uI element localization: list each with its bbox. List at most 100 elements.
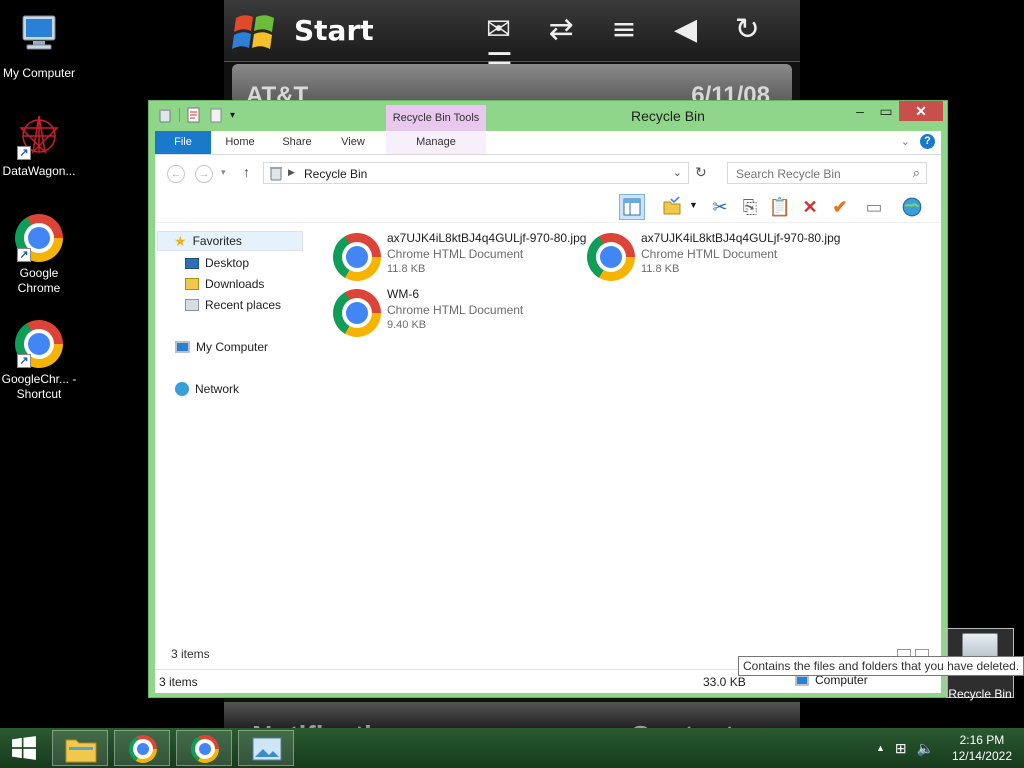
recent-places-icon [185,299,199,311]
file-item[interactable]: WM-6 Chrome HTML Document 9.40 KB [333,287,583,339]
preview-pane-button[interactable] [619,194,645,220]
address-dropdown-icon[interactable]: ⌄ [673,166,682,179]
globe-icon [902,197,922,217]
search-icon[interactable]: ⌕ [913,165,920,181]
folder-options-dropdown-icon[interactable]: ▼ [689,200,698,210]
maximize-button[interactable]: ▭ [873,101,899,121]
network-tray-icon[interactable]: ⊞ [895,740,907,757]
network-icon [175,382,189,396]
search-box[interactable]: ⌕ [727,162,927,184]
back-button[interactable]: ← [167,165,185,183]
nav-label: Favorites [192,234,242,248]
tab-view[interactable]: View [333,131,373,154]
photo-viewer-icon [252,737,282,761]
taskbar-chrome-1[interactable] [114,730,170,766]
nav-label: Downloads [205,277,265,291]
downloads-folder-icon [185,278,199,290]
file-name: ax7UJK4iL8ktBJ4q4GULjf-970-80.jpg [641,231,841,245]
desktop-icon-my-computer[interactable]: My Computer [0,10,78,81]
file-type: Chrome HTML Document [641,247,778,261]
nav-label: Network [195,382,240,396]
windows-logo-icon [12,736,36,760]
datawagon-icon: ↗ [15,112,63,160]
navigation-pane: ★ Favorites Desktop Downloads Recent pla… [155,223,315,669]
copy-button[interactable]: ⎘ [737,194,763,220]
file-name: WM-6 [387,287,419,301]
nav-label: Recent places [205,298,282,312]
chrome-icon [129,735,157,763]
explorer-window: ▾ Recycle Bin Tools Recycle Bin – ▭ ✕ Fi… [148,100,948,698]
computer-icon [175,341,190,353]
nav-downloads[interactable]: Downloads [185,274,264,294]
window-title: Recycle Bin [631,108,705,124]
desktop-icon-label: Google Chrome [17,266,61,295]
file-size: 11.8 KB [641,263,680,275]
computer-icon [795,674,809,686]
nav-recent-places[interactable]: Recent places [185,295,281,315]
close-button[interactable]: ✕ [899,101,943,121]
window-controls: – ▭ ✕ [847,101,943,121]
tab-file[interactable]: File [155,131,211,154]
file-item[interactable]: ax7UJK4iL8ktBJ4q4GULjf-970-80.jpg Chrome… [587,231,841,283]
clock[interactable]: 2:16 PM 12/14/2022 [952,732,1012,764]
file-name: ax7UJK4iL8ktBJ4q4GULjf-970-80.jpg [387,231,587,245]
status-item-count: 3 items [159,675,198,689]
desktop-icon-googlechrome-shortcut[interactable]: ↗ GoogleChr... - Shortcut [0,320,78,402]
cut-button[interactable]: ✂ [707,194,733,220]
wm-contacts-softkey: Contacts [630,720,750,728]
folder-options-button[interactable] [659,194,685,220]
search-input[interactable] [736,166,906,181]
nav-desktop[interactable]: Desktop [185,253,249,273]
title-bar[interactable]: ▾ Recycle Bin Tools Recycle Bin – ▭ ✕ [149,101,947,131]
up-button[interactable]: ↑ [243,164,250,180]
ribbon-tabs: File Home Share View Manage ⌄ ? [155,131,941,155]
status-size: 33.0 KB [703,675,746,689]
volume-icon[interactable]: 🔈 [917,740,934,757]
address-field[interactable]: ▶ Recycle Bin ⌄ [263,162,689,184]
refresh-button[interactable]: ↻ [695,164,707,181]
tab-home[interactable]: Home [219,131,261,154]
minimize-button[interactable]: – [847,101,873,121]
breadcrumb-separator-icon[interactable]: ▶ [288,167,295,178]
nav-my-computer[interactable]: My Computer [175,337,268,357]
expand-ribbon-icon[interactable]: ⌄ [901,135,910,148]
item-count: 3 items [171,647,210,661]
nav-network[interactable]: Network [175,379,239,399]
help-icon[interactable]: ? [920,134,935,149]
desktop: Start ✉ ⇄ ≡ ◀ ↻ ☰ AT&T 6/11/08 Notificat… [0,0,1024,728]
globe-button[interactable] [899,194,925,220]
show-hidden-icons-icon[interactable]: ▲ [876,743,885,753]
paste-button[interactable]: 📋 [767,194,793,220]
recent-locations-icon[interactable]: ▾ [221,167,226,178]
chrome-icon [191,735,219,763]
desktop-icon-google-chrome[interactable]: ↗ Google Chrome [0,214,78,296]
taskbar: ▲ ⊞ 🔈 2:16 PM 12/14/2022 [0,728,1024,768]
rename-button[interactable]: ▭ [861,194,887,220]
wallpaper-wm-taskbar: Start ✉ ⇄ ≡ ◀ ↻ ☰ [224,0,800,82]
taskbar-chrome-2[interactable] [176,730,232,766]
file-type: Chrome HTML Document [387,247,524,261]
wm-windows-logo-icon [232,15,274,49]
chrome-icon: ↗ [15,320,63,368]
taskbar-image-viewer[interactable] [238,730,294,766]
nav-favorites[interactable]: ★ Favorites [157,231,303,251]
forward-button[interactable]: → [195,165,213,183]
delete-button[interactable]: ✕ [797,194,823,220]
tab-share[interactable]: Share [275,131,319,154]
computer-icon [22,15,56,50]
nav-label: My Computer [196,340,269,354]
file-item[interactable]: ax7UJK4iL8ktBJ4q4GULjf-970-80.jpg Chrome… [333,231,587,283]
breadcrumb[interactable]: Recycle Bin [304,167,367,181]
chrome-document-icon [333,289,381,337]
tab-manage[interactable]: Manage [386,131,486,154]
chrome-document-icon [333,233,381,281]
taskbar-file-explorer[interactable] [52,730,108,766]
desktop-icon-label: DataWagon... [2,164,76,178]
desktop-icon-datawagon[interactable]: ↗ DataWagon... [0,112,78,179]
ribbon-controls: ⌄ ? [901,134,935,149]
desktop-icon-label: Recycle Bin [948,687,1012,701]
tooltip: Contains the files and folders that you … [738,656,1024,676]
start-button[interactable] [0,728,48,768]
file-explorer-icon [65,739,97,763]
restore-button[interactable]: ✔ [827,194,853,220]
